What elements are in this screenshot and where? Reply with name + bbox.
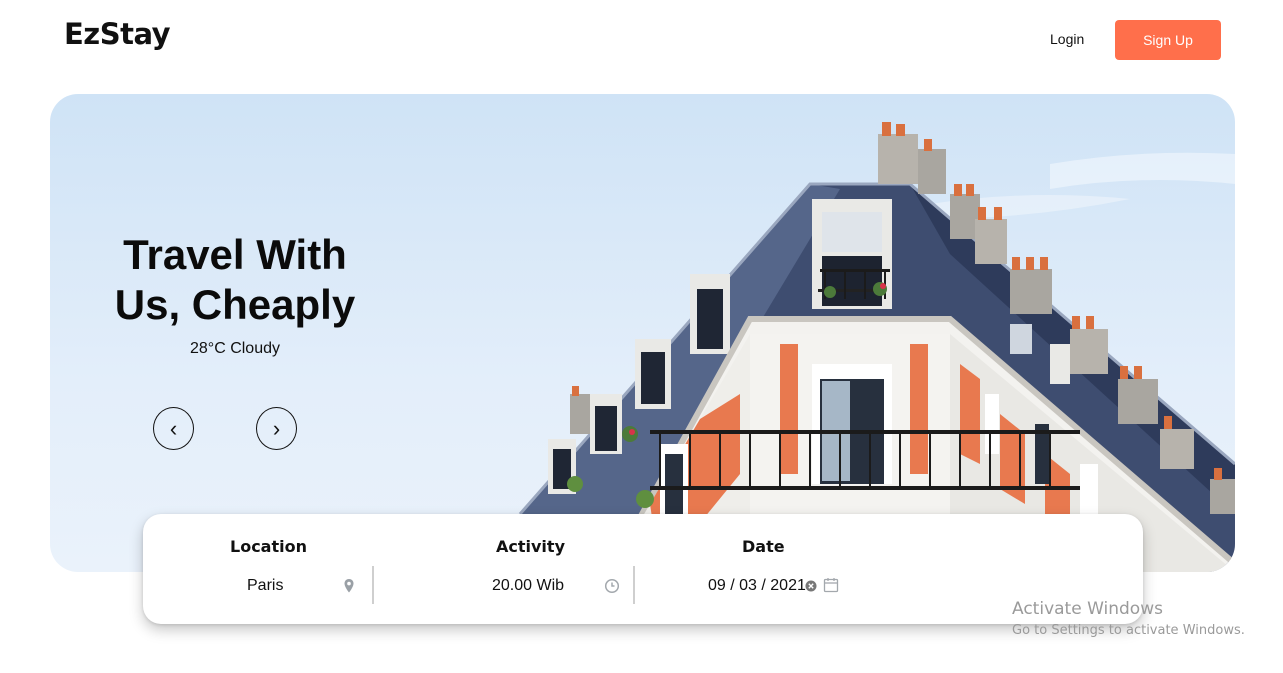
next-slide-button[interactable]: › — [256, 407, 297, 450]
divider — [372, 566, 374, 604]
hero-banner: Travel With Us, Cheaply 28°C Cloudy ‹ › — [50, 94, 1235, 572]
hero-title: Travel With Us, Cheaply — [114, 231, 356, 328]
clock-icon — [604, 578, 620, 594]
date-value[interactable]: 09 / 03 / 2021 — [708, 577, 806, 595]
search-card: Location Paris Activity 20.00 Wib Date 0… — [143, 514, 1143, 624]
activate-windows-watermark: Activate Windows Go to Settings to activ… — [1012, 599, 1245, 638]
activity-value[interactable]: 20.00 Wib — [492, 577, 564, 595]
clear-icon[interactable] — [805, 580, 817, 592]
watermark-subtitle: Go to Settings to activate Windows. — [1012, 623, 1245, 638]
previous-slide-button[interactable]: ‹ — [153, 407, 194, 450]
location-label: Location — [230, 537, 307, 556]
date-label: Date — [742, 537, 785, 556]
login-link[interactable]: Login — [1050, 31, 1084, 47]
divider — [633, 566, 635, 604]
calendar-icon[interactable] — [823, 577, 839, 593]
logo[interactable]: EzStay — [64, 17, 171, 51]
hero-building-image — [518, 122, 1235, 572]
signup-button[interactable]: Sign Up — [1115, 20, 1221, 60]
watermark-title: Activate Windows — [1012, 599, 1163, 619]
activity-label: Activity — [496, 537, 565, 556]
location-value[interactable]: Paris — [247, 577, 283, 595]
weather-text: 28°C Cloudy — [190, 340, 280, 357]
map-pin-icon — [344, 579, 354, 593]
